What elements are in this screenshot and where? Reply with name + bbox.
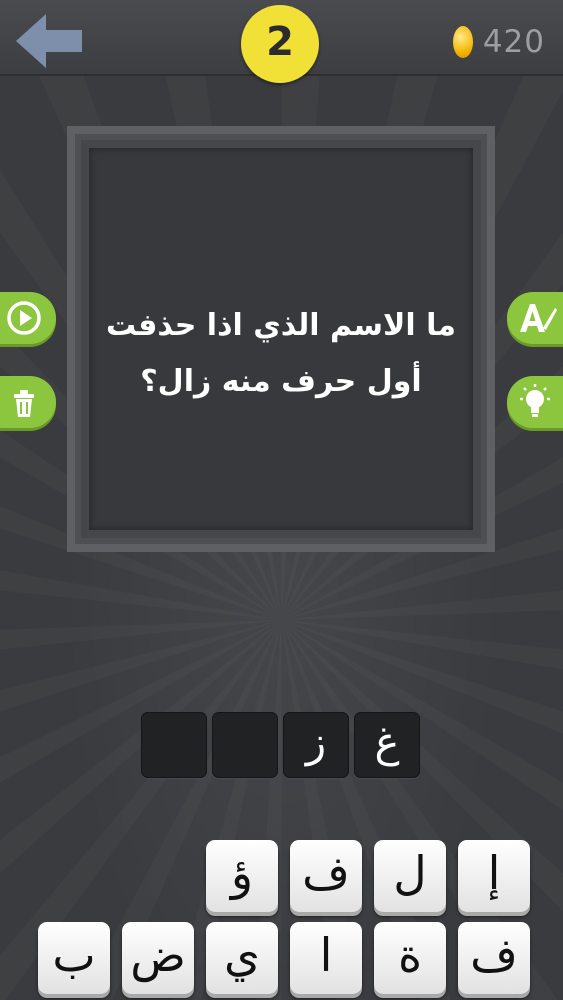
top-bar: 2 420: [0, 0, 563, 83]
play-icon: [7, 301, 41, 335]
letter-key[interactable]: ؤ: [206, 840, 278, 912]
question-line-2: أول حرف منه زال؟: [140, 364, 422, 399]
play-button[interactable]: [0, 292, 56, 344]
lightbulb-icon: [520, 384, 550, 417]
level-number: 2: [266, 19, 294, 65]
reveal-letter-button[interactable]: [507, 292, 563, 344]
answer-slot[interactable]: غ: [354, 712, 420, 778]
puzzle-frame: ما الاسم الذي اذا حذفت أول حرف منه زال؟: [67, 126, 495, 552]
remove-letters-button[interactable]: [0, 376, 56, 428]
letter-key[interactable]: ض: [122, 922, 194, 994]
reveal-letter-icon: [520, 304, 557, 332]
letter-key[interactable]: ف: [458, 922, 530, 994]
letter-key[interactable]: ل: [374, 840, 446, 912]
level-badge: 2: [241, 5, 319, 83]
puzzle-panel: ما الاسم الذي اذا حذفت أول حرف منه زال؟: [89, 148, 473, 530]
coin-icon: [452, 26, 473, 58]
puzzle-question: ما الاسم الذي اذا حذفت أول حرف منه زال؟: [89, 298, 473, 410]
letter-key[interactable]: ة: [374, 922, 446, 994]
question-line-1: ما الاسم الذي اذا حذفت: [106, 308, 456, 343]
hint-button[interactable]: [507, 376, 563, 428]
letter-key[interactable]: ا: [290, 922, 362, 994]
answer-slot[interactable]: [212, 712, 278, 778]
letter-key[interactable]: إ: [458, 840, 530, 912]
back-button[interactable]: [12, 12, 86, 70]
answer-slot[interactable]: [141, 712, 207, 778]
back-arrow-icon: [16, 14, 82, 68]
coin-counter: 420: [452, 22, 545, 62]
coin-count: 420: [482, 24, 545, 60]
trash-icon: [14, 390, 34, 417]
letter-key[interactable]: ف: [290, 840, 362, 912]
answer-slots: غ ز: [140, 712, 424, 780]
answer-slot[interactable]: ز: [283, 712, 349, 778]
letter-key[interactable]: ي: [206, 922, 278, 994]
letter-key[interactable]: ب: [38, 922, 110, 994]
